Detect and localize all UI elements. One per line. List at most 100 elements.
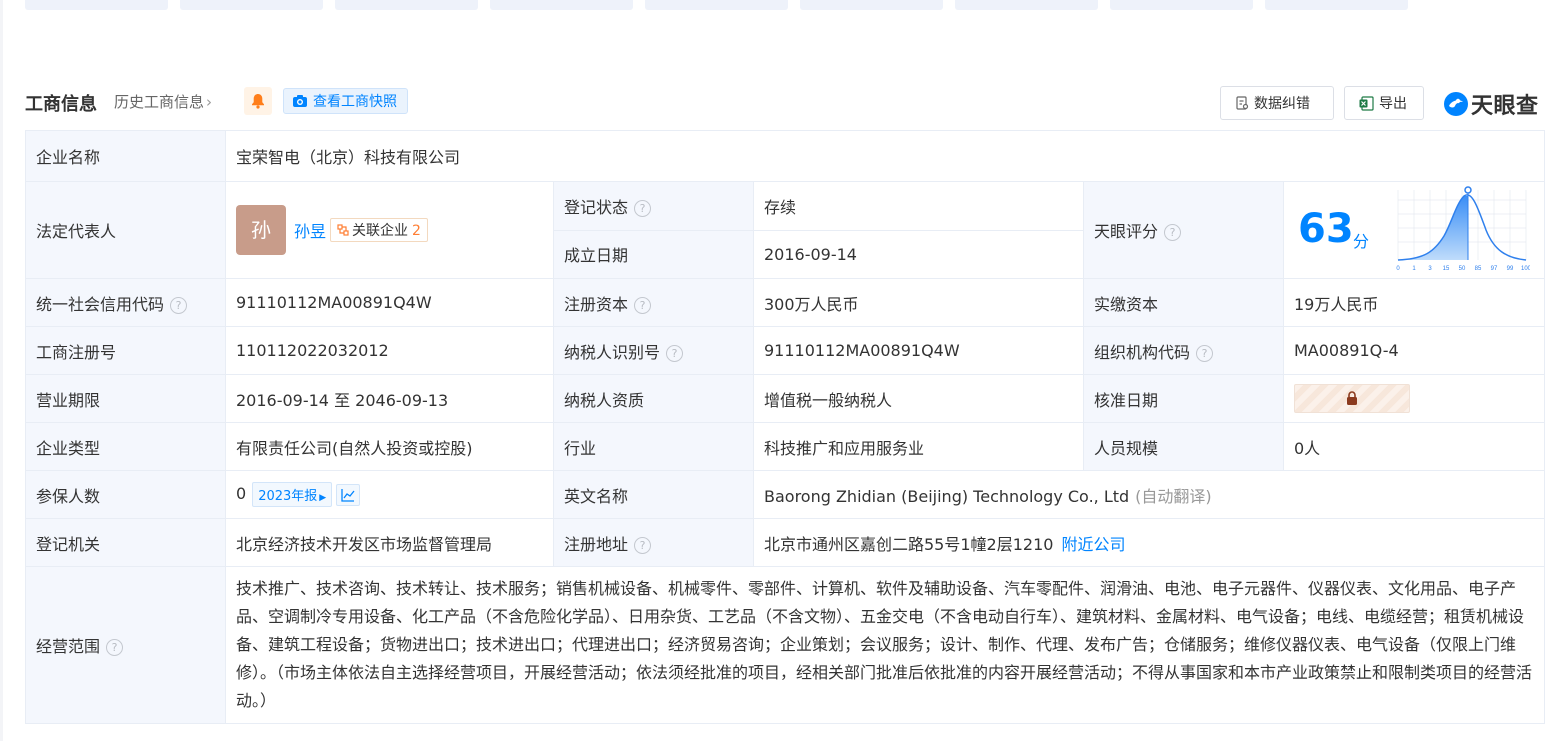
scope-label-cell: 经营范围?: [25, 566, 226, 724]
taxpayer-id-label-cell: 纳税人识别号?: [553, 326, 754, 375]
help-icon[interactable]: ?: [170, 296, 188, 314]
trend-chart-button[interactable]: [336, 483, 361, 506]
term-value: 2016-09-14 至 2046-09-13: [225, 374, 554, 423]
top-tab[interactable]: [335, 0, 478, 10]
staff-label: 人员规模: [1083, 422, 1284, 471]
company-name: 宝荣智电（北京）科技有限公司: [224, 130, 1546, 182]
org-code-value: MA00891Q-4: [1282, 326, 1546, 375]
top-tab[interactable]: [180, 0, 323, 10]
authority-label: 登记机关: [25, 518, 226, 567]
left-edge: [0, 0, 3, 741]
snapshot-button[interactable]: 查看工商快照: [283, 88, 408, 114]
help-icon[interactable]: ?: [1164, 224, 1182, 241]
reg-no-label: 工商注册号: [25, 326, 226, 375]
address-cell: 北京市通州区嘉创二路55号1幢2层1210 附近公司: [752, 518, 1546, 567]
help-icon[interactable]: ?: [666, 344, 684, 362]
caret-right-icon: ▶: [319, 493, 327, 503]
score-axis-tick: 85: [1475, 266, 1482, 272]
top-tab-strip: [25, 0, 1565, 10]
staff-value: 0人: [1282, 422, 1546, 471]
score-axis-tick: 97: [1491, 266, 1498, 272]
history-link-label: 历史工商信息: [114, 93, 205, 111]
help-icon[interactable]: ?: [634, 199, 652, 217]
help-icon[interactable]: ?: [634, 296, 652, 314]
founded-label: 成立日期: [553, 229, 754, 279]
english-name-label: 英文名称: [553, 470, 754, 519]
company-info-table: 企业名称 宝荣智电（北京）科技有限公司 法定代表人 孙孙昱 关联企业 2 登记状态?…: [25, 130, 1546, 724]
score-label-cell: 天眼评分?: [1083, 181, 1284, 279]
top-tab[interactable]: [1110, 0, 1253, 10]
score-widget: 63 分 0 1 3 15 50 85 97 99 100: [1284, 182, 1544, 278]
legal-rep-name[interactable]: 孙昱: [294, 222, 326, 241]
insured-value: 0: [236, 484, 247, 503]
top-tab[interactable]: [800, 0, 943, 10]
locked-value[interactable]: [1294, 384, 1410, 413]
top-tab[interactable]: [1265, 0, 1408, 10]
section-title: 工商信息: [25, 94, 97, 115]
score-cell[interactable]: 63 分 0 1 3 15 50 85 97 99 100: [1282, 181, 1546, 279]
annual-report-label: 2023年报: [258, 489, 318, 504]
score-axis-tick: 3: [1428, 266, 1432, 272]
camera-icon: [293, 95, 307, 107]
top-tab[interactable]: [645, 0, 788, 10]
legal-rep-label: 法定代表人: [25, 181, 226, 279]
avatar[interactable]: 孙: [236, 205, 286, 255]
score-axis-tick: 15: [1443, 266, 1450, 272]
top-tab[interactable]: [490, 0, 633, 10]
nearby-companies-link[interactable]: 附近公司: [1061, 535, 1125, 554]
approve-date-cell: [1282, 374, 1546, 423]
correction-icon: [1236, 96, 1249, 110]
score-number: 63: [1298, 206, 1354, 252]
export-button[interactable]: 导出: [1344, 86, 1424, 120]
tax-qual-value: 增值税一般纳税人: [753, 374, 1084, 423]
scope-value: 技术推广、技术咨询、技术转让、技术服务；销售机械设备、机械零件、零部件、计算机、…: [224, 566, 1546, 724]
bell-button[interactable]: [244, 87, 272, 115]
score-axis-tick: 99: [1507, 266, 1514, 272]
help-icon[interactable]: ?: [1196, 344, 1214, 362]
scope-label: 经营范围: [36, 637, 101, 656]
score-distribution-chart: 0 1 3 15 50 85 97 99 100: [1396, 186, 1530, 272]
bell-icon: [252, 94, 264, 109]
top-tab[interactable]: [25, 0, 168, 10]
score-axis-tick: 50: [1459, 266, 1466, 272]
network-icon: [337, 224, 349, 236]
related-companies-tag[interactable]: 关联企业 2: [330, 218, 428, 242]
reg-capital-label-cell: 注册资本?: [553, 278, 754, 327]
credit-code-label-cell: 统一社会信用代码?: [25, 278, 226, 327]
legal-rep-cell: 孙孙昱 关联企业 2: [225, 181, 554, 279]
related-companies-count: 2: [412, 223, 421, 239]
help-icon[interactable]: ?: [634, 536, 652, 554]
snapshot-button-label: 查看工商快照: [313, 94, 397, 110]
data-correction-button[interactable]: 数据纠错: [1220, 86, 1334, 120]
score-label: 天眼评分: [1094, 222, 1159, 241]
authority-value: 北京经济技术开发区市场监督管理局: [225, 518, 554, 567]
history-link[interactable]: 历史工商信息 ›: [114, 91, 212, 112]
status-label: 登记状态: [564, 197, 629, 217]
annual-report-tag[interactable]: 2023年报 ▶: [252, 482, 333, 507]
tianyancha-logo: 天眼查: [1443, 88, 1539, 120]
reg-no-value: 110112022032012: [225, 326, 554, 375]
credit-code-value: 91110112MA00891Q4W: [225, 278, 554, 327]
english-name-cell: Baorong Zhidian (Beijing) Technology Co.…: [752, 470, 1546, 519]
help-icon[interactable]: ?: [106, 639, 124, 656]
reg-capital-label: 注册资本: [564, 294, 629, 314]
founded-value: 2016-09-14: [753, 229, 1084, 279]
status-value: 存续: [753, 181, 1084, 231]
org-code-label: 组织机构代码: [1094, 342, 1191, 362]
term-label: 营业期限: [25, 374, 226, 423]
industry-value: 科技推广和应用服务业: [753, 422, 1084, 471]
credit-code-label: 统一社会信用代码: [36, 294, 165, 314]
taxpayer-id-label: 纳税人识别号: [564, 342, 661, 362]
insured-cell: 0 2023年报 ▶: [225, 470, 554, 519]
excel-icon: [1359, 95, 1374, 111]
insured-label: 参保人数: [25, 470, 226, 519]
type-label: 企业类型: [25, 422, 226, 471]
brand-name: 天眼查: [1471, 94, 1539, 119]
org-code-label-cell: 组织机构代码?: [1083, 326, 1284, 375]
english-name-value: Baorong Zhidian (Beijing) Technology Co.…: [764, 486, 1130, 506]
top-tab[interactable]: [955, 0, 1098, 10]
paid-capital-label: 实缴资本: [1083, 278, 1284, 327]
section-header: 工商信息 历史工商信息 › 查看工商快照 数据纠错 导出 天眼查: [25, 86, 1545, 120]
score-axis-tick: 0: [1396, 266, 1400, 272]
address-label-cell: 注册地址?: [553, 518, 754, 567]
